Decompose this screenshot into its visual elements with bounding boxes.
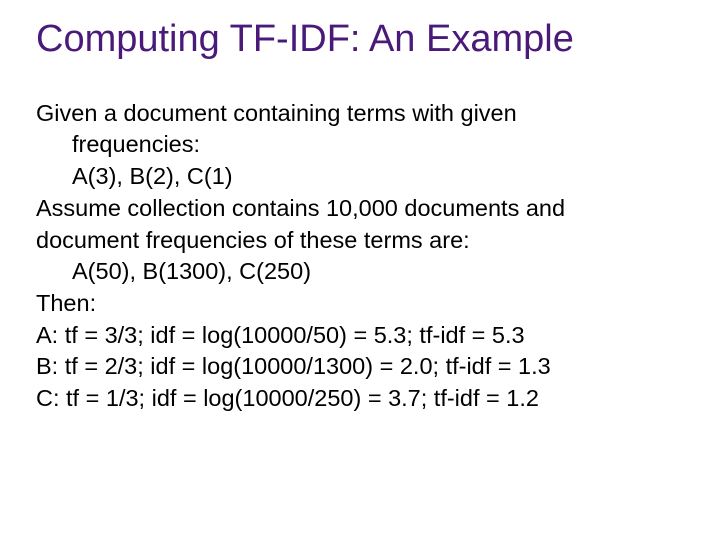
text-line: A(50), B(1300), C(250) [36, 256, 684, 288]
text-line: B: tf = 2/3; idf = log(10000/1300) = 2.0… [36, 351, 684, 383]
text-line: Then: [36, 288, 684, 320]
text-line: A(3), B(2), C(1) [36, 161, 684, 193]
slide: Computing TF-IDF: An Example Given a doc… [0, 0, 720, 540]
text-line: frequencies: [36, 129, 684, 161]
text-line: Assume collection contains 10,000 docume… [36, 193, 684, 225]
text-line: document frequencies of these terms are: [36, 225, 684, 257]
slide-title: Computing TF-IDF: An Example [36, 18, 684, 62]
text-line: C: tf = 1/3; idf = log(10000/250) = 3.7;… [36, 383, 684, 415]
text-line: A: tf = 3/3; idf = log(10000/50) = 5.3; … [36, 320, 684, 352]
text-line: Given a document containing terms with g… [36, 98, 684, 130]
slide-body: Given a document containing terms with g… [36, 98, 684, 415]
